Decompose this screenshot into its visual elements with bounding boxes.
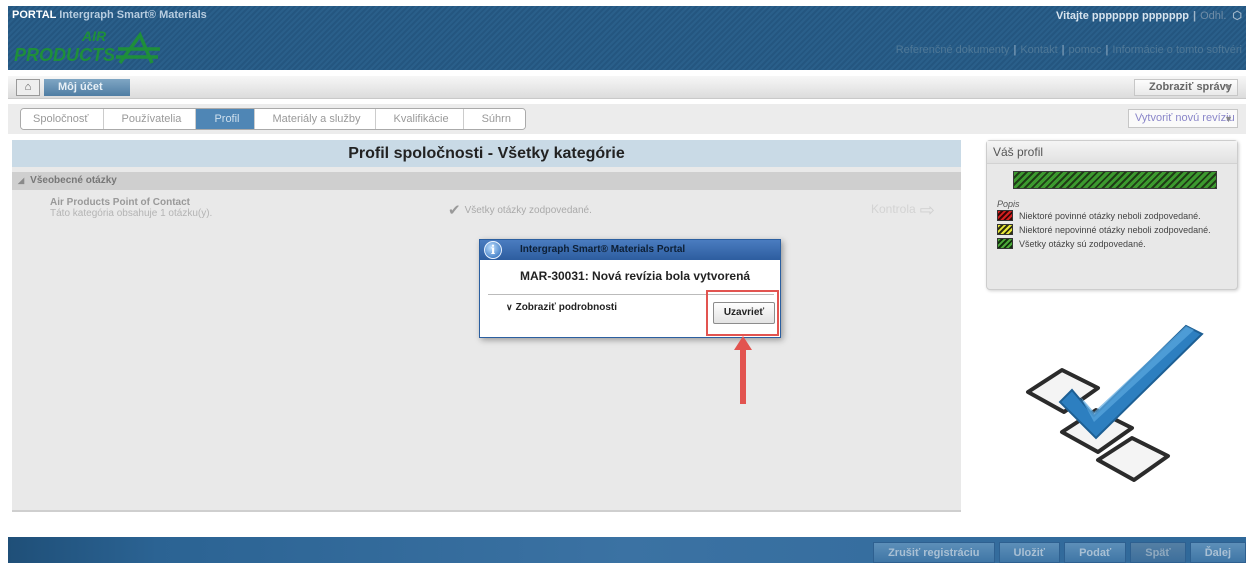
cancel-registration-button[interactable]: Zrušiť registráciu bbox=[873, 542, 995, 563]
category-status: ✔ Všetky otázky zodpovedané. bbox=[448, 201, 592, 219]
step-materials[interactable]: Materiály a služby bbox=[254, 109, 376, 129]
create-revision-dropdown[interactable]: Vytvoriť novú revíziu ▼ bbox=[1128, 109, 1238, 128]
user-area: Vitajte ppppppp ppppppp | Odhl. ⬡ bbox=[1056, 10, 1242, 22]
header-links: Referenčné dokumenty | Kontakt | pomoc | Infor… bbox=[895, 44, 1242, 56]
page-title: Profil spoločnosti - Všetky kategórie bbox=[12, 140, 961, 167]
header: PORTAL Intergraph Smart® Materials AIR P… bbox=[8, 6, 1246, 70]
show-details-toggle[interactable]: ∨ Zobraziť podrobnosti bbox=[506, 302, 617, 313]
footer-bar: Zrušiť registráciu Uložiť Podať Späť Ďal… bbox=[8, 537, 1246, 563]
air-products-logo: AIR PRODUCTS bbox=[14, 28, 160, 65]
link-reference-docs[interactable]: Referenčné dokumenty bbox=[896, 44, 1010, 56]
checklist-illustration-icon bbox=[1026, 324, 1204, 482]
save-button[interactable]: Uložiť bbox=[998, 542, 1061, 563]
next-button[interactable]: Ďalej bbox=[1189, 542, 1246, 563]
section-title: Všeobecné otázky bbox=[30, 175, 117, 186]
chevron-down-icon: ∨ bbox=[506, 302, 513, 312]
category-status-text: Všetky otázky zodpovedané. bbox=[464, 205, 592, 216]
review-label: Kontrola bbox=[871, 202, 916, 216]
wizard-steps: Spoločnosť Používatelia Profil Materiály… bbox=[20, 108, 526, 130]
review-button[interactable]: Kontrola ⇨ bbox=[871, 200, 935, 221]
link-contact[interactable]: Kontakt bbox=[1020, 44, 1057, 56]
step-qualifications[interactable]: Kvalifikácie bbox=[375, 109, 464, 129]
portal-page: PORTAL Intergraph Smart® Materials AIR P… bbox=[0, 0, 1246, 563]
dialog-message: MAR-30031: Nová revízia bola vytvorená bbox=[520, 269, 751, 283]
logo-text-bottom: PRODUCTS bbox=[14, 45, 115, 65]
yellow-swatch-icon bbox=[997, 224, 1013, 235]
red-swatch-icon bbox=[997, 210, 1013, 221]
link-help[interactable]: pomoc bbox=[1069, 44, 1102, 56]
cube-icon: ⬡ bbox=[1232, 10, 1242, 22]
info-icon: i bbox=[484, 241, 502, 259]
create-revision-label: Vytvoriť novú revíziu bbox=[1135, 112, 1235, 124]
submit-button[interactable]: Podať bbox=[1064, 542, 1127, 563]
legend-label: Všetky otázky sú zodpovedané. bbox=[1019, 239, 1146, 249]
category-name[interactable]: Air Products Point of Contact bbox=[50, 197, 190, 208]
checkmark-icon: ✔ bbox=[448, 202, 461, 219]
legend-item-complete: Všetky otázky sú zodpovedané. bbox=[997, 238, 1211, 252]
category-description: Táto kategória obsahuje 1 otázku(y). bbox=[50, 208, 213, 219]
arrow-right-icon: ⇨ bbox=[919, 200, 935, 220]
app-name: Intergraph Smart® Materials bbox=[59, 9, 207, 21]
show-messages-label: Zobraziť správy bbox=[1149, 81, 1232, 93]
step-company[interactable]: Spoločnosť bbox=[21, 109, 104, 129]
profile-panel: Váš profil Popis Niektoré povinné otázky… bbox=[986, 140, 1238, 290]
step-profile[interactable]: Profil bbox=[196, 109, 255, 129]
portal-label: PORTAL bbox=[12, 9, 57, 21]
show-messages-dropdown[interactable]: Zobraziť správy ▼ bbox=[1134, 79, 1238, 96]
link-about[interactable]: Informácie o tomto softvéri bbox=[1112, 44, 1242, 56]
welcome-text: Vitajte ppppppp ppppppp bbox=[1056, 10, 1190, 22]
profile-title: Váš profil bbox=[987, 141, 1237, 164]
legend-label: Niektoré nepovinné otázky neboli zodpove… bbox=[1019, 225, 1211, 235]
collapse-triangle-icon: ◢ bbox=[18, 176, 25, 185]
logout-link[interactable]: Odhl. bbox=[1200, 10, 1226, 22]
legend-item-required: Niektoré povinné otázky neboli zodpoveda… bbox=[997, 210, 1211, 224]
chevron-down-icon: ▼ bbox=[1223, 82, 1232, 92]
step-users[interactable]: Používatelia bbox=[103, 109, 197, 129]
profile-progress-bar bbox=[1013, 171, 1217, 189]
content-divider bbox=[12, 510, 961, 512]
dialog-titlebar: i Intergraph Smart® Materials Portal bbox=[480, 240, 780, 260]
home-icon[interactable]: ⌂ bbox=[16, 79, 40, 96]
step-summary[interactable]: Súhrn bbox=[463, 109, 525, 129]
arrow-up-icon bbox=[734, 336, 752, 404]
legend-label: Niektoré povinné otázky neboli zodpoveda… bbox=[1019, 211, 1201, 221]
app-title: PORTAL Intergraph Smart® Materials bbox=[12, 9, 207, 21]
tab-my-account[interactable]: Môj účet bbox=[44, 79, 130, 96]
section-header[interactable]: ◢ Všeobecné otázky bbox=[12, 172, 961, 190]
chevron-down-icon: ▼ bbox=[1224, 114, 1233, 124]
show-details-label: Zobraziť podrobnosti bbox=[515, 302, 618, 313]
dialog-title: Intergraph Smart® Materials Portal bbox=[520, 244, 686, 255]
highlight-box bbox=[706, 290, 779, 336]
logo-mark-icon bbox=[116, 31, 160, 65]
footer-buttons: Zrušiť registráciu Uložiť Podať Späť Ďal… bbox=[873, 542, 1246, 563]
legend-item-optional: Niektoré nepovinné otázky neboli zodpove… bbox=[997, 224, 1211, 238]
back-button[interactable]: Späť bbox=[1130, 542, 1186, 563]
profile-legend: Popis Niektoré povinné otázky neboli zod… bbox=[997, 199, 1211, 252]
legend-title: Popis bbox=[997, 199, 1020, 209]
account-bar: ⌂ Môj účet Zobraziť správy ▼ bbox=[8, 76, 1246, 99]
logo-text-top: AIR bbox=[81, 28, 107, 44]
wizard-bar: Spoločnosť Používatelia Profil Materiály… bbox=[8, 104, 1246, 134]
green-swatch-icon bbox=[997, 238, 1013, 249]
